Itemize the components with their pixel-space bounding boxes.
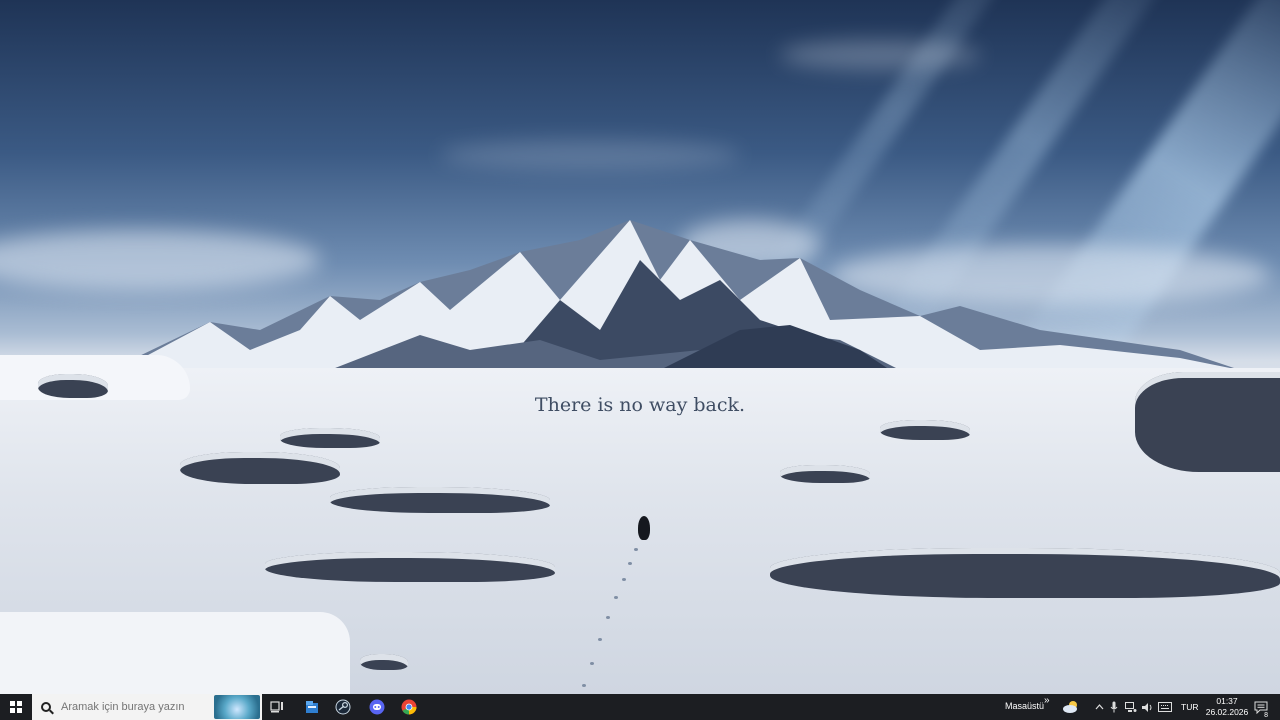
weather-cloud-icon (1063, 701, 1077, 713)
clock[interactable]: 01:37 26.02.2026 (1204, 696, 1250, 718)
wallpaper-caption: There is no way back. (534, 394, 746, 416)
network-icon (1125, 701, 1137, 712)
desktop-toolbar-label[interactable]: Masaüstü (1005, 701, 1044, 711)
chrome-button[interactable] (398, 694, 420, 720)
rock (1135, 372, 1280, 472)
search-highlight-image[interactable] (214, 695, 260, 719)
footprint (614, 596, 618, 599)
notification-center-button[interactable]: 8 (1250, 694, 1272, 720)
rock (880, 420, 970, 440)
rock (360, 654, 408, 670)
footprint (628, 562, 632, 565)
taskbar: Masaüstü » (0, 694, 1280, 720)
start-button[interactable] (0, 694, 32, 720)
rock (780, 465, 870, 483)
rock (265, 552, 555, 582)
steam-icon (335, 699, 351, 715)
keyboard-icon (1158, 702, 1172, 712)
file-explorer-icon (306, 701, 318, 713)
search-box[interactable] (32, 694, 262, 720)
volume-button[interactable] (1140, 694, 1154, 720)
rock (180, 452, 340, 484)
toolbar-overflow-icon[interactable]: » (1044, 695, 1050, 706)
discord-button[interactable] (366, 694, 388, 720)
footprint (598, 638, 602, 641)
file-explorer-button[interactable] (301, 694, 323, 720)
speaker-icon (1141, 702, 1151, 712)
footprint (606, 616, 610, 619)
rock (770, 548, 1280, 598)
touch-keyboard-button[interactable] (1157, 694, 1173, 720)
chevron-up-icon (1095, 704, 1103, 710)
penguin (638, 516, 650, 540)
language-indicator[interactable]: TUR (1181, 702, 1198, 712)
footprint (622, 578, 626, 581)
microphone-button[interactable] (1108, 694, 1120, 720)
search-input[interactable] (61, 701, 211, 713)
clock-date: 26.02.2026 (1205, 707, 1249, 717)
task-view-icon (270, 701, 283, 713)
network-button[interactable] (1124, 694, 1138, 720)
desktop-wallpaper: There is no way back. (0, 0, 1280, 694)
snow-patch (0, 612, 350, 694)
clock-time: 01:37 (1216, 696, 1238, 706)
footprint (634, 548, 638, 551)
search-icon (41, 702, 51, 712)
chrome-icon (401, 699, 417, 715)
weather-button[interactable] (1060, 694, 1082, 720)
footprint (590, 662, 594, 665)
show-hidden-icons-button[interactable] (1093, 694, 1105, 720)
task-view-button[interactable] (266, 694, 288, 720)
rock (330, 487, 550, 513)
windows-logo-icon (10, 701, 22, 713)
discord-icon (369, 699, 385, 715)
notification-count-badge: 8 (1264, 712, 1268, 719)
rock (280, 428, 380, 448)
steam-button[interactable] (332, 694, 354, 720)
microphone-icon (1110, 701, 1118, 713)
footprint (582, 684, 586, 687)
